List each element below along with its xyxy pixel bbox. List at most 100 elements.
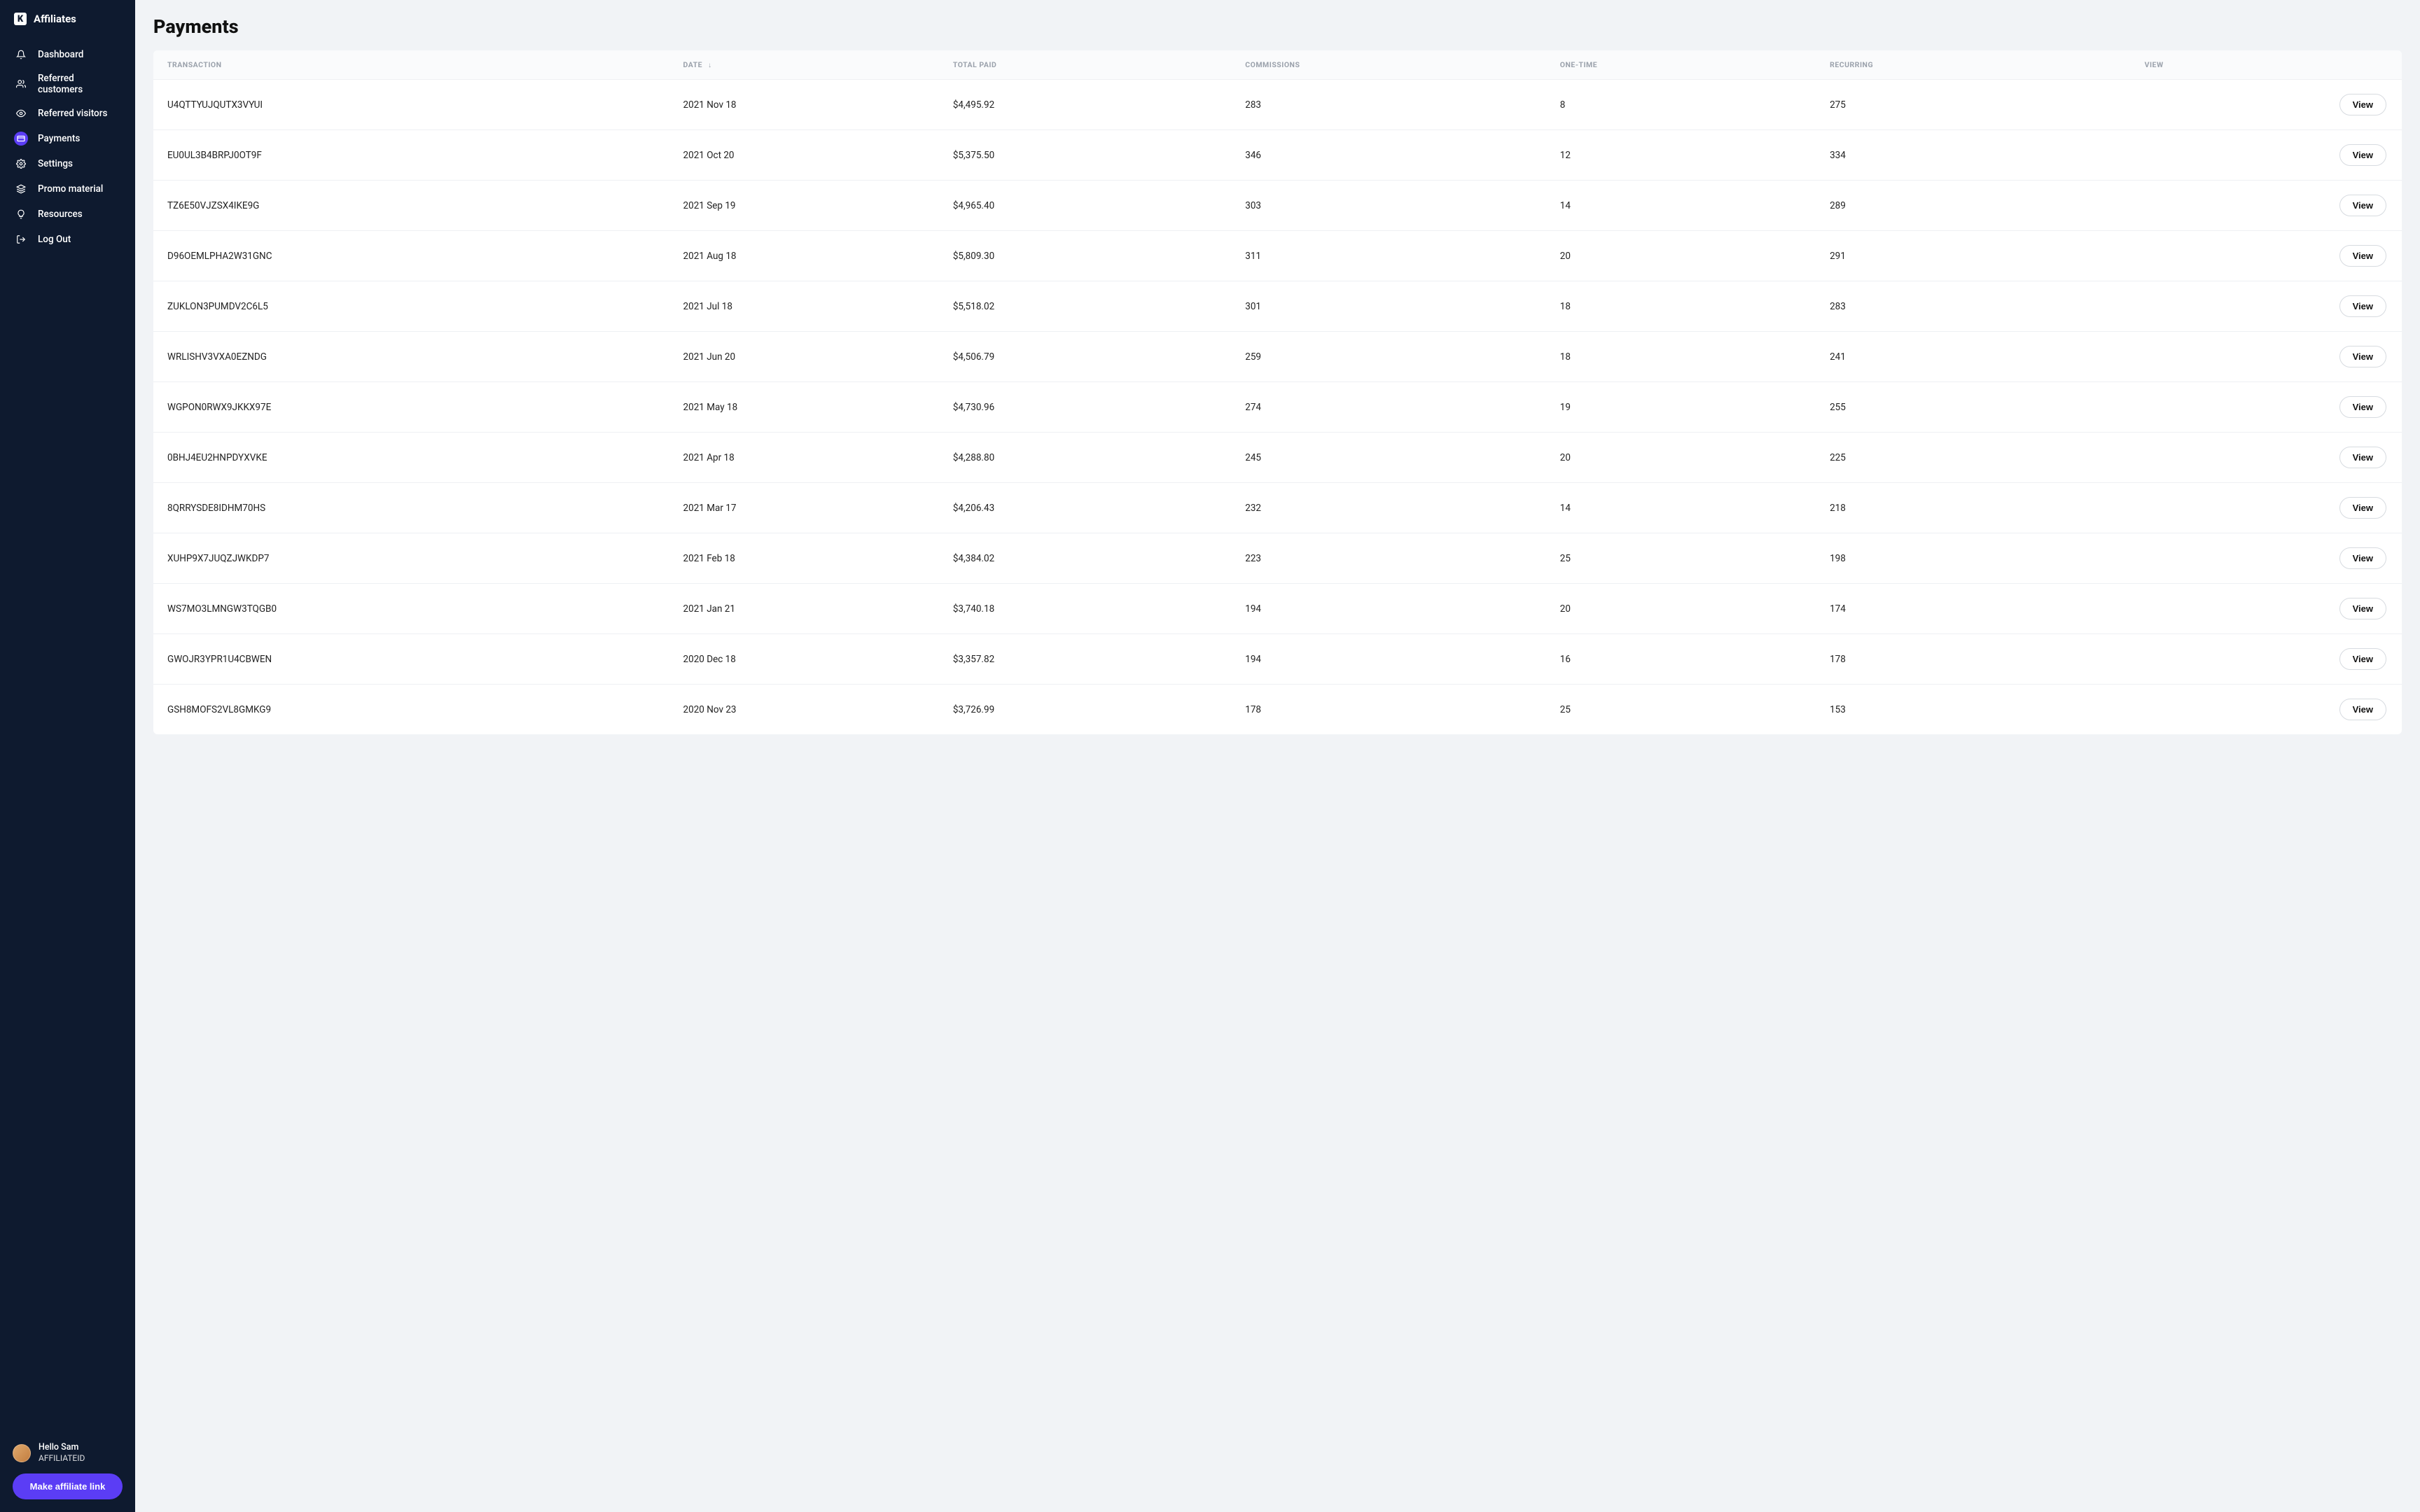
th-date[interactable]: DATE↓ — [671, 50, 940, 80]
bulb-icon — [14, 207, 28, 221]
cell-transaction: EU0UL3B4BRPJ0OT9F — [153, 130, 671, 181]
sidebar-item-dashboard[interactable]: Dashboard — [0, 42, 135, 67]
view-button[interactable]: View — [2339, 447, 2386, 468]
view-button[interactable]: View — [2339, 144, 2386, 166]
eye-icon — [14, 106, 28, 120]
cell-transaction: 8QRRYSDE8IDHM70HS — [153, 483, 671, 533]
cell-total-paid: $5,518.02 — [940, 281, 1232, 332]
table-row: GSH8MOFS2VL8GMKG92020 Nov 23$3,726.99178… — [153, 685, 2402, 735]
cell-commissions: 283 — [1232, 80, 1548, 130]
cell-recurring: 291 — [1817, 231, 2132, 281]
cell-one-time: 19 — [1548, 382, 1817, 433]
table-row: WGPON0RWX9JKKX97E2021 May 18$4,730.96274… — [153, 382, 2402, 433]
view-button[interactable]: View — [2339, 195, 2386, 216]
cell-one-time: 12 — [1548, 130, 1817, 181]
main-content: Payments TRANSACTION DATE↓ TOTAL PAID CO… — [135, 0, 2420, 1512]
cell-total-paid: $5,375.50 — [940, 130, 1232, 181]
cell-recurring: 174 — [1817, 584, 2132, 634]
cell-view: View — [2132, 483, 2402, 533]
user-block[interactable]: Hello Sam AFFILIATEID — [13, 1442, 123, 1464]
cell-view: View — [2132, 281, 2402, 332]
table-row: EU0UL3B4BRPJ0OT9F2021 Oct 20$5,375.50346… — [153, 130, 2402, 181]
view-button[interactable]: View — [2339, 94, 2386, 115]
view-button[interactable]: View — [2339, 346, 2386, 368]
make-affiliate-link-button[interactable]: Make affiliate link — [13, 1474, 123, 1499]
th-recurring[interactable]: RECURRING — [1817, 50, 2132, 80]
cell-transaction: 0BHJ4EU2HNPDYXVKE — [153, 433, 671, 483]
th-transaction[interactable]: TRANSACTION — [153, 50, 671, 80]
cell-total-paid: $4,506.79 — [940, 332, 1232, 382]
view-button[interactable]: View — [2339, 396, 2386, 418]
sidebar-item-label: Payments — [38, 133, 80, 144]
cell-recurring: 225 — [1817, 433, 2132, 483]
cell-date: 2020 Dec 18 — [671, 634, 940, 685]
cell-date: 2021 May 18 — [671, 382, 940, 433]
cell-recurring: 218 — [1817, 483, 2132, 533]
sidebar-nav: Dashboard Referred customers Referred visi… — [0, 42, 135, 252]
cell-commissions: 194 — [1232, 634, 1548, 685]
cell-transaction: WS7MO3LMNGW3TQGB0 — [153, 584, 671, 634]
cell-view: View — [2132, 533, 2402, 584]
cell-commissions: 259 — [1232, 332, 1548, 382]
view-button[interactable]: View — [2339, 245, 2386, 267]
cell-total-paid: $5,809.30 — [940, 231, 1232, 281]
sidebar-item-label: Referred customers — [38, 73, 121, 95]
cell-transaction: GSH8MOFS2VL8GMKG9 — [153, 685, 671, 735]
cell-date: 2020 Nov 23 — [671, 685, 940, 735]
sidebar-item-label: Settings — [38, 158, 73, 169]
sidebar-item-log-out[interactable]: Log Out — [0, 227, 135, 252]
cell-total-paid: $3,726.99 — [940, 685, 1232, 735]
cell-total-paid: $4,965.40 — [940, 181, 1232, 231]
sidebar-item-label: Log Out — [38, 234, 71, 245]
th-total-paid[interactable]: TOTAL PAID — [940, 50, 1232, 80]
th-one-time[interactable]: ONE-TIME — [1548, 50, 1817, 80]
brand-logo[interactable]: K Affiliates — [0, 0, 135, 42]
view-button[interactable]: View — [2339, 547, 2386, 569]
sidebar-item-settings[interactable]: Settings — [0, 151, 135, 176]
cell-recurring: 255 — [1817, 382, 2132, 433]
table-row: 0BHJ4EU2HNPDYXVKE2021 Apr 18$4,288.80245… — [153, 433, 2402, 483]
cell-recurring: 283 — [1817, 281, 2132, 332]
cell-commissions: 311 — [1232, 231, 1548, 281]
cell-recurring: 241 — [1817, 332, 2132, 382]
cell-total-paid: $4,495.92 — [940, 80, 1232, 130]
cell-date: 2021 Apr 18 — [671, 433, 940, 483]
sidebar-item-payments[interactable]: Payments — [0, 126, 135, 151]
cell-transaction: ZUKLON3PUMDV2C6L5 — [153, 281, 671, 332]
th-view: VIEW — [2132, 50, 2402, 80]
cell-commissions: 194 — [1232, 584, 1548, 634]
cell-one-time: 16 — [1548, 634, 1817, 685]
table-row: WS7MO3LMNGW3TQGB02021 Jan 21$3,740.18194… — [153, 584, 2402, 634]
sidebar-item-label: Referred visitors — [38, 108, 107, 119]
sidebar-item-referred-customers[interactable]: Referred customers — [0, 67, 135, 101]
view-button[interactable]: View — [2339, 598, 2386, 620]
cell-view: View — [2132, 584, 2402, 634]
sidebar-item-resources[interactable]: Resources — [0, 202, 135, 227]
sidebar-item-referred-visitors[interactable]: Referred visitors — [0, 101, 135, 126]
th-commissions[interactable]: COMMISSIONS — [1232, 50, 1548, 80]
view-button[interactable]: View — [2339, 699, 2386, 720]
cell-transaction: XUHP9X7JUQZJWKDP7 — [153, 533, 671, 584]
cell-view: View — [2132, 634, 2402, 685]
user-affiliate-id: AFFILIATEID — [39, 1453, 85, 1464]
cell-commissions: 303 — [1232, 181, 1548, 231]
user-greeting: Hello Sam — [39, 1442, 85, 1453]
cell-transaction: WGPON0RWX9JKKX97E — [153, 382, 671, 433]
cell-total-paid: $4,206.43 — [940, 483, 1232, 533]
cell-commissions: 274 — [1232, 382, 1548, 433]
cell-date: 2021 Feb 18 — [671, 533, 940, 584]
cell-one-time: 20 — [1548, 231, 1817, 281]
table-row: U4QTTYUJQUTX3VYUI2021 Nov 18$4,495.92283… — [153, 80, 2402, 130]
view-button[interactable]: View — [2339, 295, 2386, 317]
sidebar-item-label: Resources — [38, 209, 83, 220]
view-button[interactable]: View — [2339, 648, 2386, 670]
cell-recurring: 334 — [1817, 130, 2132, 181]
cell-commissions: 223 — [1232, 533, 1548, 584]
cell-date: 2021 Jul 18 — [671, 281, 940, 332]
sidebar-item-promo-material[interactable]: Promo material — [0, 176, 135, 202]
view-button[interactable]: View — [2339, 497, 2386, 519]
cell-view: View — [2132, 181, 2402, 231]
payments-table: TRANSACTION DATE↓ TOTAL PAID COMMISSIONS… — [153, 50, 2402, 734]
cell-commissions: 232 — [1232, 483, 1548, 533]
sort-desc-icon: ↓ — [708, 62, 712, 69]
